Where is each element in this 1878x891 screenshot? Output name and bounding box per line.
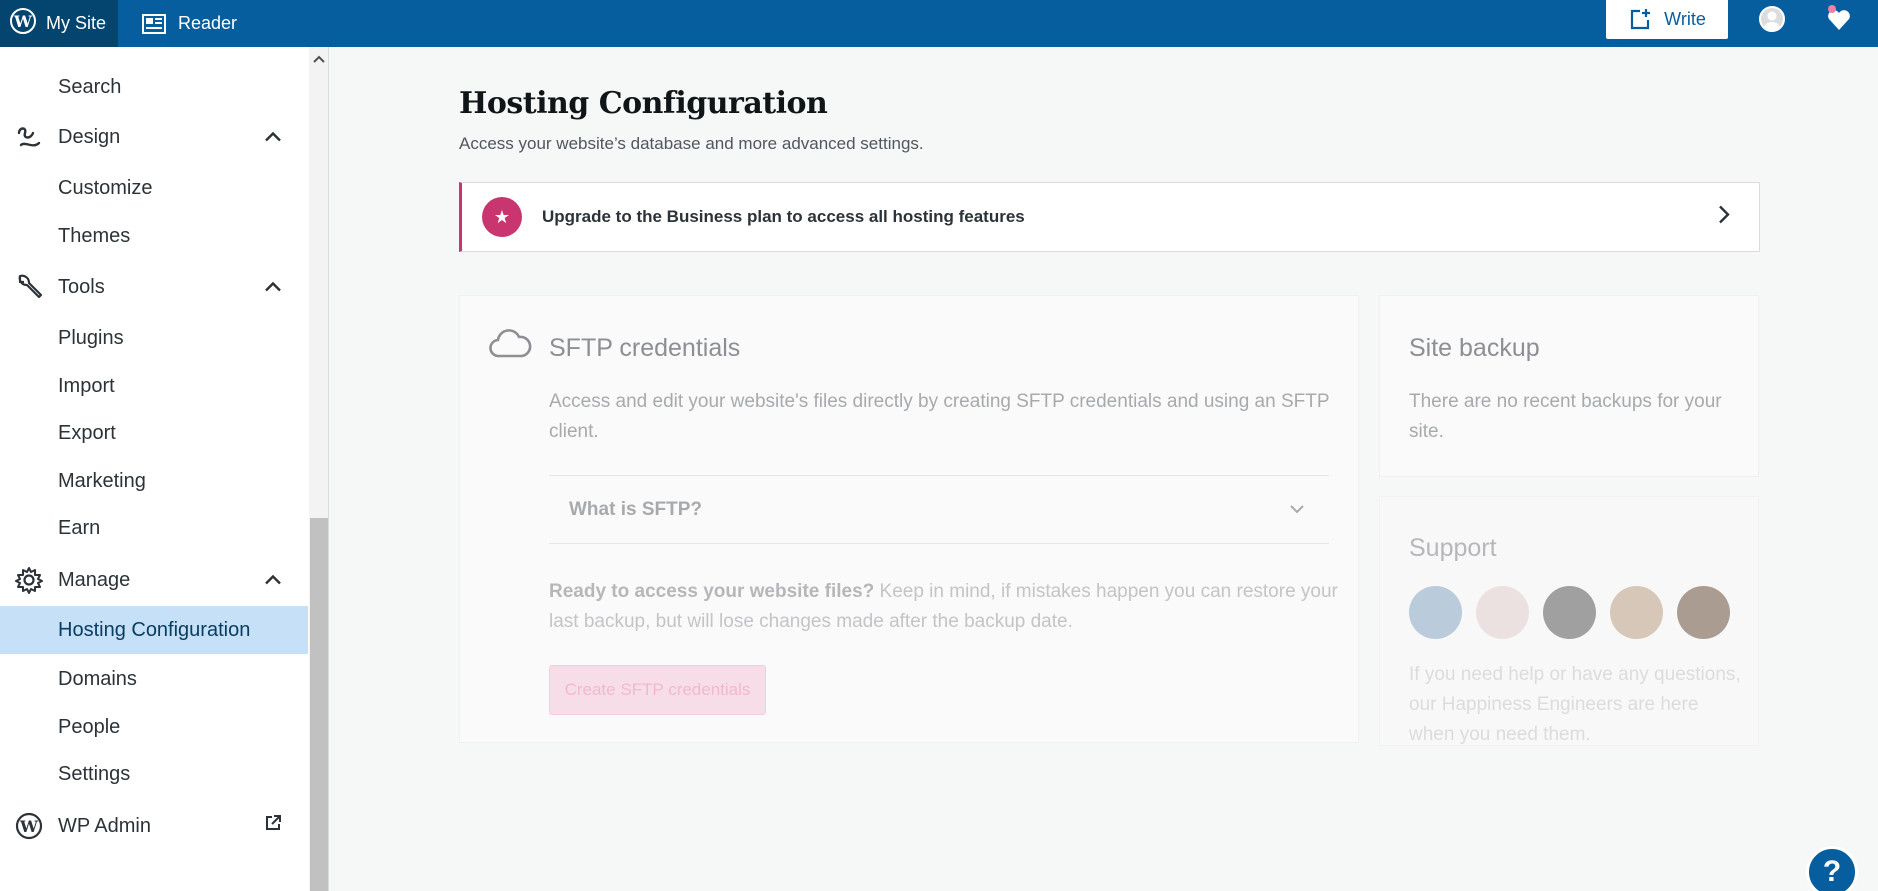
avatar [1543, 586, 1596, 639]
scroll-up-arrow-icon[interactable] [312, 51, 326, 69]
sidebar-item-label: Design [58, 125, 121, 148]
star-icon: ★ [482, 197, 522, 237]
support-title: Support [1409, 534, 1497, 562]
site-backup-title: Site backup [1409, 334, 1540, 362]
sidebar-item-label: Marketing [58, 469, 146, 492]
sftp-ready-text: Ready to access your website files? Keep… [549, 577, 1339, 637]
brush-icon [14, 122, 44, 152]
chevron-up-icon [264, 569, 282, 592]
sidebar-item-label: Import [58, 374, 115, 397]
sidebar-item-marketing[interactable]: Marketing [0, 459, 308, 503]
chevron-down-icon [1289, 501, 1305, 519]
sidebar-section-manage[interactable]: Manage [0, 556, 308, 604]
chevron-up-icon [264, 126, 282, 149]
sidebar-item-export[interactable]: Export [0, 411, 308, 455]
sidebar-item-search[interactable]: Search [0, 65, 308, 109]
external-link-icon [264, 814, 282, 838]
notifications-button[interactable] [1824, 4, 1854, 39]
sidebar-item-label: Earn [58, 516, 101, 539]
support-text: If you need help or have any questions, … [1409, 664, 1741, 745]
site-backup-text: There are no recent backups for your sit… [1409, 391, 1722, 442]
cloud-icon [488, 328, 532, 365]
new-post-icon [1631, 8, 1651, 29]
sidebar: Search Design Customize Themes Tools Plu… [0, 47, 309, 891]
sidebar-item-domains[interactable]: Domains [0, 657, 308, 701]
sidebar-item-earn[interactable]: Earn [0, 506, 308, 550]
wrench-icon [14, 272, 44, 302]
my-site-button[interactable]: W My Site [0, 0, 118, 47]
faq-label: What is SFTP? [569, 498, 702, 520]
sidebar-item-people[interactable]: People [0, 705, 308, 749]
svg-text:W: W [13, 12, 33, 31]
write-button[interactable]: Write [1606, 0, 1728, 39]
sidebar-item-import[interactable]: Import [0, 364, 308, 408]
sidebar-item-plugins[interactable]: Plugins [0, 316, 308, 360]
avatar [1610, 586, 1663, 639]
sidebar-item-hosting-configuration[interactable]: Hosting Configuration [0, 606, 308, 654]
create-sftp-credentials-button[interactable]: Create SFTP credentials [549, 665, 766, 715]
sidebar-item-label: People [58, 715, 121, 738]
masterbar: W My Site Reader Write [0, 0, 1878, 47]
sidebar-item-label: Manage [58, 568, 131, 591]
support-avatars [1409, 586, 1730, 639]
sidebar-divider [328, 47, 329, 891]
sidebar-section-design[interactable]: Design [0, 113, 308, 161]
wordpress-logo-icon: W [10, 8, 36, 39]
sidebar-item-label: WP Admin [58, 814, 151, 837]
sidebar-item-label: Plugins [58, 326, 124, 349]
sidebar-item-label: Domains [58, 667, 137, 690]
sidebar-item-customize[interactable]: Customize [0, 166, 308, 210]
user-avatar[interactable] [1759, 6, 1785, 32]
site-backup-card [1379, 295, 1759, 477]
upgrade-banner-text: Upgrade to the Business plan to access a… [542, 207, 1025, 226]
sidebar-item-themes[interactable]: Themes [0, 214, 308, 258]
bell-heart-icon [1828, 5, 1850, 30]
sftp-title: SFTP credentials [549, 334, 741, 362]
write-label: Write [1664, 9, 1706, 29]
sftp-description: Access and edit your website's files dir… [549, 391, 1330, 442]
sidebar-item-label: Customize [58, 176, 153, 199]
sidebar-item-label: Tools [58, 275, 105, 298]
help-button[interactable]: ? [1806, 846, 1858, 891]
sidebar-item-label: Hosting Configuration [58, 618, 251, 641]
divider [549, 543, 1329, 544]
reader-label: Reader [178, 13, 238, 33]
sftp-ready-bold: Ready to access your website files? [549, 581, 875, 602]
reader-button[interactable]: Reader [142, 0, 237, 47]
sidebar-item-settings[interactable]: Settings [0, 752, 308, 796]
upgrade-banner[interactable]: ★ Upgrade to the Business plan to access… [459, 182, 1760, 252]
my-site-label: My Site [46, 13, 107, 33]
svg-text:W: W [19, 817, 39, 836]
sidebar-item-label: Themes [58, 224, 131, 247]
avatar [1409, 586, 1462, 639]
sidebar-item-wp-admin[interactable]: W WP Admin [0, 802, 308, 850]
sidebar-item-label: Search [58, 75, 122, 98]
chevron-right-icon [1717, 204, 1731, 231]
chevron-up-icon [264, 276, 282, 299]
avatar [1677, 586, 1730, 639]
wordpress-logo-icon: W [14, 811, 44, 841]
page-subtitle: Access your website’s database and more … [459, 134, 924, 153]
what-is-sftp-accordion[interactable]: What is SFTP? [549, 476, 1329, 543]
gear-icon [14, 565, 44, 595]
sidebar-section-tools[interactable]: Tools [0, 263, 308, 311]
page-title: Hosting Configuration [459, 86, 828, 121]
user-icon [1761, 8, 1783, 30]
avatar [1476, 586, 1529, 639]
sidebar-item-label: Settings [58, 762, 131, 785]
sidebar-scrollbar-thumb[interactable] [310, 518, 328, 891]
reader-icon [142, 13, 166, 34]
sidebar-item-label: Export [58, 421, 116, 444]
